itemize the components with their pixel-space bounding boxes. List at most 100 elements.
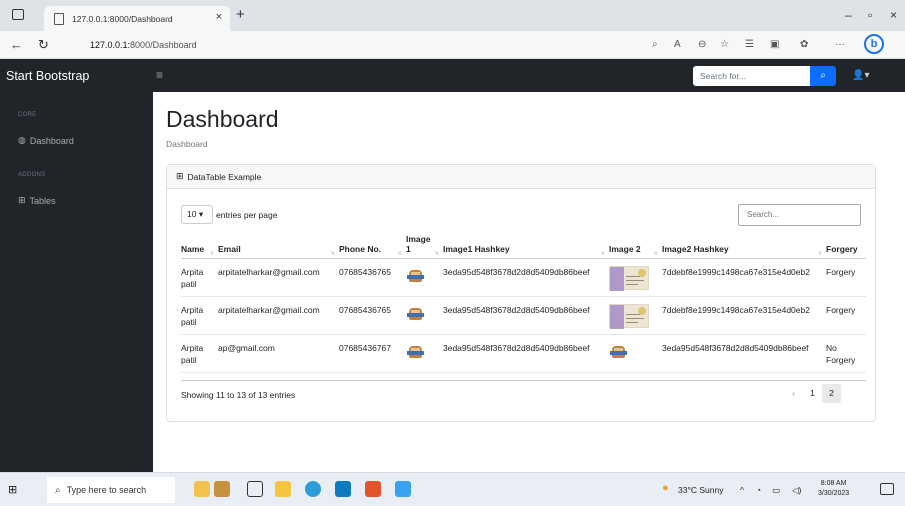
app-icon[interactable]	[214, 481, 230, 497]
notification-icon[interactable]	[880, 483, 894, 495]
col-header-name[interactable]: Name ⇅	[181, 234, 218, 259]
table-search-input[interactable]: Search...	[738, 204, 861, 226]
url-field[interactable]: i 127.0.0.1: 8000/Dashboard	[90, 36, 650, 272]
cell-image1	[406, 258, 443, 297]
cell-image1	[406, 296, 443, 335]
widgets-icon[interactable]	[194, 481, 210, 497]
cell-phone: 07685436765	[339, 296, 406, 335]
cell-image1-hashkey: 3eda95d548f3678d2d8d5409db86beef	[443, 296, 609, 335]
volume-icon[interactable]: ◁)	[792, 485, 801, 496]
refresh-icon[interactable]: ↻	[38, 37, 49, 53]
navbar-search-input[interactable]: Search for...	[693, 66, 810, 86]
tray-overflow-icon[interactable]: ^	[740, 485, 744, 495]
card-header: ⊞ DataTable Example	[167, 165, 875, 189]
col-header-phone[interactable]: Phone No. ⇅	[339, 234, 406, 259]
cell-phone: 07685436765	[339, 258, 406, 297]
browser-tab-bar: 127.0.0.1:8000/Dashboard × + – ▫ ×	[0, 0, 905, 31]
new-tab-icon[interactable]: +	[236, 6, 245, 23]
table-icon: ⊞	[176, 171, 184, 181]
cell-image2	[609, 258, 662, 297]
pagination-prev[interactable]: ‹	[784, 384, 803, 403]
document-thumbnail	[609, 304, 649, 329]
sort-icon: ⇅	[817, 251, 822, 257]
favorites-icon[interactable]: ☰	[745, 39, 754, 50]
col-label: Name	[181, 244, 205, 254]
signature-thumbnail	[609, 342, 627, 360]
col-label: Phone No.	[339, 244, 382, 254]
cell-name: Arpita patil	[181, 258, 218, 297]
search-icon: ⌕	[55, 484, 61, 496]
url-path: 8000/Dashboard	[130, 40, 197, 50]
col-header-image1-hashkey[interactable]: Image1 Hashkey ⇅	[443, 234, 609, 259]
sort-icon: ⇅	[653, 251, 658, 257]
taskbar-clock[interactable]: 8:08 AM 3/30/2023	[818, 479, 849, 499]
weather-text[interactable]: 33°C Sunny	[678, 485, 723, 495]
back-icon[interactable]: ←	[10, 37, 23, 52]
minimize-icon[interactable]: –	[845, 8, 852, 22]
more-icon[interactable]: ···	[835, 39, 845, 50]
zoom-icon[interactable]: ⊖	[698, 39, 706, 50]
signature-thumbnail	[406, 266, 424, 284]
pagination: ‹ 1 2	[784, 384, 841, 403]
pagination-page-1[interactable]: 1	[803, 384, 822, 403]
col-label: Image1 Hashkey	[443, 244, 510, 254]
network-icon[interactable]: ◔	[756, 485, 761, 495]
vscode-icon[interactable]	[395, 481, 411, 497]
favorite-star-icon[interactable]: ☆	[720, 39, 729, 50]
cell-image2-hashkey: 3eda95d548f3678d2d8d5409db86beef	[662, 334, 826, 373]
pagination-page-2[interactable]: 2	[822, 384, 841, 403]
edge-browser-icon[interactable]	[305, 481, 321, 497]
cell-image1-hashkey: 3eda95d548f3678d2d8d5409db86beef	[443, 258, 609, 297]
top-navbar: Start Bootstrap ≡ Search for... ⌕ 👤▾	[0, 59, 905, 92]
search-icon[interactable]: ⌕	[652, 39, 658, 50]
browser-profile-icon[interactable]: b	[864, 34, 884, 54]
entries-per-page: 10 ▾ entries per page	[181, 205, 277, 224]
read-aloud-icon[interactable]: A	[674, 39, 681, 50]
col-header-forgery[interactable]: Forgery	[826, 234, 866, 259]
sort-icon: ⇅	[397, 251, 402, 257]
sort-icon: ⇅	[209, 251, 214, 257]
sidebar-toggle-icon[interactable]: ≡	[156, 68, 163, 82]
extension-icon[interactable]: ✿	[800, 39, 808, 50]
table-row: Arpita patil arpitatelharkar@gmail.com 0…	[181, 296, 866, 335]
mail-icon[interactable]	[335, 481, 351, 497]
col-label: Image 1	[406, 234, 431, 254]
close-window-icon[interactable]: ×	[890, 8, 897, 22]
col-label: Email	[218, 244, 241, 254]
entries-per-page-select[interactable]: 10 ▾	[181, 205, 213, 224]
url-host: 127.0.0.1:	[90, 40, 131, 50]
main-content: Dashboard Dashboard ⊞ DataTable Example …	[153, 92, 905, 472]
sidebar-item-dashboard[interactable]: ◍ Dashboard	[18, 135, 74, 146]
sidebar-item-label: Tables	[29, 195, 56, 206]
battery-icon[interactable]: ▭	[772, 485, 780, 496]
col-header-email[interactable]: Email ⇅	[218, 234, 339, 259]
sidebar-item-tables[interactable]: ⊞ Tables	[18, 195, 56, 206]
col-header-image2-hashkey[interactable]: Image2 Hashkey ⇅	[662, 234, 826, 259]
weather-icon[interactable]: ●	[662, 482, 669, 494]
file-explorer-icon[interactable]	[275, 481, 291, 497]
col-header-image2[interactable]: Image 2 ⇅	[609, 234, 662, 259]
user-dropdown-icon[interactable]: 👤▾	[852, 70, 869, 81]
cell-image1	[406, 334, 443, 373]
taskbar-search[interactable]: ⌕ Type here to search	[47, 477, 175, 503]
collections-icon[interactable]: ▣	[770, 39, 779, 50]
windows-start-icon[interactable]: ⊞	[8, 483, 17, 496]
brand[interactable]: Start Bootstrap	[6, 69, 89, 83]
task-view-icon[interactable]	[247, 481, 263, 497]
cell-forgery: Forgery	[826, 258, 866, 297]
sidebar-heading-core: CORE	[18, 112, 37, 118]
table-row: Arpita patil arpitatelharkar@gmail.com 0…	[181, 258, 866, 297]
taskbar-search-placeholder: Type here to search	[66, 485, 147, 495]
browser-tab[interactable]: 127.0.0.1:8000/Dashboard ×	[44, 6, 230, 31]
col-header-image1[interactable]: Image 1 ⇅	[406, 234, 443, 259]
clock-date: 3/30/2023	[818, 490, 850, 497]
navbar-search-button[interactable]: ⌕	[810, 66, 836, 86]
office-icon[interactable]	[365, 481, 381, 497]
data-table: Name ⇅ Email ⇅ Phone No. ⇅ Image 1 ⇅ Image1 …	[181, 234, 866, 373]
close-tab-icon[interactable]: ×	[216, 11, 222, 23]
cell-image1-hashkey: 3eda95d548f3678d2d8d5409db86beef	[443, 334, 609, 373]
table-icon: ⊞	[18, 195, 26, 205]
page-icon	[54, 12, 64, 25]
maximize-icon[interactable]: ▫	[868, 8, 872, 22]
tab-actions-icon[interactable]	[12, 9, 24, 20]
